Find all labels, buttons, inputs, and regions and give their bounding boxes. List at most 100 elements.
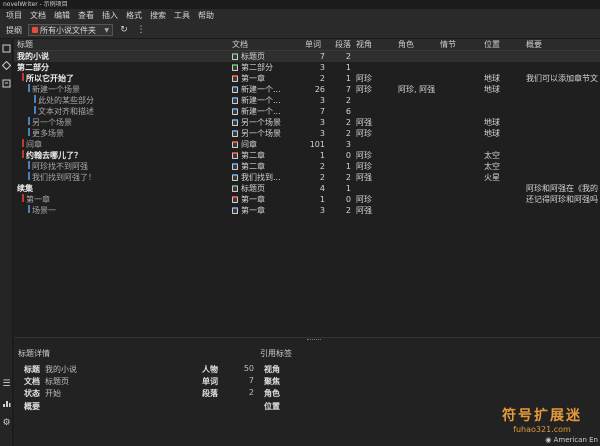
col-document[interactable]: 文档 xyxy=(232,39,248,51)
chevron-down-icon: ▼ xyxy=(104,26,109,34)
row-title: 约翰去哪儿了？ xyxy=(26,151,82,160)
row-words: 3 xyxy=(319,96,325,105)
row-pov: 阿珍 xyxy=(356,85,372,94)
details-doc-value: 标题页 xyxy=(45,377,69,386)
project-tree-icon[interactable] xyxy=(1,43,12,54)
details-title-label: 标题 xyxy=(24,365,40,374)
outline-row[interactable]: 阿珍找不到阿强 第二章 2 1 阿珍 太空 xyxy=(14,161,600,172)
tags-header: 引用标签 xyxy=(260,349,292,358)
row-words: 3 xyxy=(319,118,325,127)
row-title: 此处的某些部分 xyxy=(38,96,94,105)
details-paras-value: 2 xyxy=(248,388,254,397)
outline-row[interactable]: 新建一个场景 新建一个... 26 7 阿珍 阿珍, 阿强 地球 xyxy=(14,84,600,95)
outline-toolbar: 提纲 所有小说文件夹 ▼ ↻ ⋮ xyxy=(0,22,600,39)
window-titlebar: novelWriter - 示例项目 xyxy=(0,0,600,9)
list-icon[interactable]: ☰ xyxy=(1,378,12,389)
row-paragraphs: 2 xyxy=(345,96,351,105)
tag-location: 位置 xyxy=(264,402,280,411)
row-words: 4 xyxy=(319,184,325,193)
row-title: 续集 xyxy=(17,184,33,193)
item-type-marker xyxy=(28,161,30,169)
col-words[interactable]: 单词 xyxy=(305,39,321,51)
more-icon[interactable]: ⋮ xyxy=(135,24,147,36)
document-icon xyxy=(232,64,238,71)
outline-row[interactable]: 此处的某些部分 新建一个... 3 2 xyxy=(14,95,600,106)
stats-icon[interactable] xyxy=(1,398,12,409)
row-paragraphs: 3 xyxy=(345,140,351,149)
row-words: 7 xyxy=(319,107,325,116)
col-pov[interactable]: 视角 xyxy=(356,39,372,51)
row-paragraphs: 1 xyxy=(345,162,351,171)
outline-row[interactable]: 所以它开始了 第一章 2 1 阿珍 地球 我们可以添加章节文 xyxy=(14,73,600,84)
outline-label: 提纲 xyxy=(6,25,22,35)
row-synopsis: 阿珍和阿强在《我的 xyxy=(526,184,598,193)
row-words: 3 xyxy=(319,129,325,138)
row-pov: 阿强 xyxy=(356,206,372,215)
menu-view[interactable]: 查看 xyxy=(74,9,98,22)
menu-project[interactable]: 项目 xyxy=(2,9,26,22)
row-words: 26 xyxy=(314,85,325,94)
tag-focus: 聚焦 xyxy=(264,377,280,386)
row-document: 另一个场景 xyxy=(232,117,281,128)
outline-row[interactable]: 我的小说 标题页 7 2 xyxy=(14,51,600,62)
row-location: 太空 xyxy=(484,151,500,160)
outline-row[interactable]: 第二部分 第二部分 3 1 xyxy=(14,62,600,73)
row-words: 1 xyxy=(319,195,325,204)
item-type-marker xyxy=(28,84,30,92)
menu-insert[interactable]: 插入 xyxy=(98,9,122,22)
settings-icon[interactable]: ⚙ xyxy=(1,417,12,428)
row-paragraphs: 2 xyxy=(345,206,351,215)
menu-search[interactable]: 搜索 xyxy=(146,9,170,22)
details-chars-value: 50 xyxy=(243,364,254,373)
menu-format[interactable]: 格式 xyxy=(122,9,146,22)
col-synopsis[interactable]: 概要 xyxy=(526,39,542,51)
item-type-marker xyxy=(22,139,24,147)
menu-edit[interactable]: 编辑 xyxy=(50,9,74,22)
row-synopsis: 我们可以添加章节文 xyxy=(526,74,598,83)
col-characters[interactable]: 角色 xyxy=(398,39,414,51)
details-chars-label: 人物 xyxy=(202,365,218,374)
row-title: 我的小说 xyxy=(17,52,49,61)
outline-row[interactable]: 更多场景 另一个场景 3 2 阿珍 地球 xyxy=(14,128,600,139)
outline-row[interactable]: 我们找到阿强了！ 我们找到... 2 2 阿强 火星 xyxy=(14,172,600,183)
details-status-label: 状态 xyxy=(24,389,40,398)
row-words: 7 xyxy=(319,52,325,61)
row-title: 场景一 xyxy=(32,206,56,215)
outline-row[interactable]: 文本对齐和描述 新建一个... 7 6 xyxy=(14,106,600,117)
novel-color-icon xyxy=(32,27,38,33)
row-words: 3 xyxy=(319,63,325,72)
document-icon xyxy=(232,152,238,159)
row-location: 火星 xyxy=(484,173,500,182)
language-label: American En xyxy=(553,436,598,444)
col-plot[interactable]: 情节 xyxy=(440,39,456,51)
refresh-icon[interactable]: ↻ xyxy=(118,24,130,36)
menu-help[interactable]: 帮助 xyxy=(194,9,218,22)
row-paragraphs: 1 xyxy=(345,63,351,72)
menu-bar: 项目 文档 编辑 查看 插入 格式 搜索 工具 帮助 xyxy=(0,9,600,22)
novel-tree-icon[interactable] xyxy=(1,60,12,71)
outline-row[interactable]: 续集 标题页 4 1 阿珍和阿强在《我的 xyxy=(14,183,600,194)
row-title: 新建一个场景 xyxy=(32,85,80,94)
row-document: 我们找到... xyxy=(232,172,281,183)
row-title: 我们找到阿强了！ xyxy=(32,173,96,182)
outline-row[interactable]: 场景一 第一章 3 2 阿强 xyxy=(14,205,600,216)
outline-row[interactable]: 另一个场景 另一个场景 3 2 阿强 地球 xyxy=(14,117,600,128)
item-type-marker xyxy=(22,150,24,158)
row-document: 第一章 xyxy=(232,73,265,84)
row-words: 2 xyxy=(319,173,325,182)
outline-icon[interactable] xyxy=(1,78,12,89)
col-title[interactable]: 标题 xyxy=(17,39,33,51)
outline-row[interactable]: 第一章 第一章 1 0 阿珍 还记得阿珍和阿强吗 xyxy=(14,194,600,205)
item-type-marker xyxy=(34,95,36,103)
col-location[interactable]: 位置 xyxy=(484,39,500,51)
menu-tools[interactable]: 工具 xyxy=(170,9,194,22)
item-type-marker xyxy=(34,106,36,114)
row-document: 第一章 xyxy=(232,194,265,205)
novel-filter-select[interactable]: 所有小说文件夹 ▼ xyxy=(28,24,113,36)
row-title: 另一个场景 xyxy=(32,118,72,127)
row-paragraphs: 1 xyxy=(345,74,351,83)
outline-row[interactable]: 间章 间章 101 3 xyxy=(14,139,600,150)
col-paragraphs[interactable]: 段落 xyxy=(335,39,351,51)
outline-row[interactable]: 约翰去哪儿了？ 第二章 1 0 阿珍 太空 xyxy=(14,150,600,161)
menu-document[interactable]: 文档 xyxy=(26,9,50,22)
